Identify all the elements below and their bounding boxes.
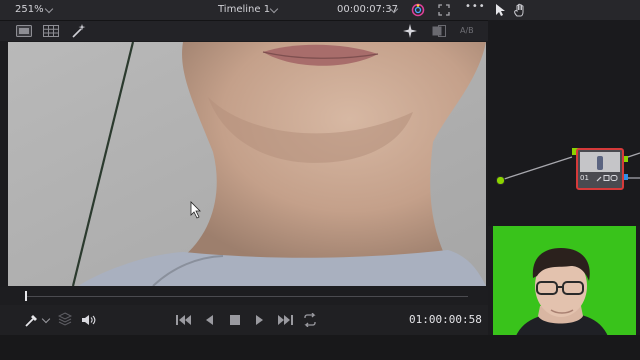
more-options-button[interactable]: ••• (465, 0, 486, 17)
chevron-down-icon[interactable] (269, 4, 279, 14)
video-frame (8, 42, 486, 286)
presenter-video (493, 226, 636, 345)
compare-icon[interactable] (432, 25, 446, 37)
bottom-strip (0, 335, 640, 360)
zoom-level[interactable]: 251% (15, 0, 44, 20)
node-graph (500, 152, 640, 181)
magic-wand-icon[interactable] (71, 23, 87, 39)
stop-icon[interactable] (229, 314, 241, 326)
ab-compare-label[interactable]: A/B (460, 21, 474, 41)
eyedropper-icon[interactable] (24, 312, 40, 328)
webcam-overlay (493, 226, 636, 345)
scrubber-track[interactable] (26, 296, 468, 297)
single-viewer-icon[interactable] (16, 25, 32, 37)
grid-icon[interactable] (43, 25, 59, 37)
timeline-scrubber[interactable] (0, 287, 488, 305)
sparkle-icon[interactable] (403, 24, 417, 38)
skip-forward-icon[interactable] (277, 314, 293, 326)
top-bar: 251% Timeline 1 00:00:07:37 ••• (0, 0, 640, 21)
viewer-toolbar: A/B (0, 21, 488, 41)
chevron-down-icon[interactable] (44, 4, 54, 14)
color-wheel-icon[interactable] (411, 3, 425, 17)
hand-icon[interactable] (513, 3, 527, 17)
loop-icon[interactable] (302, 313, 318, 327)
skip-back-icon[interactable] (176, 314, 192, 326)
play-reverse-icon[interactable] (204, 314, 214, 326)
playback-timecode[interactable]: 01:00:00:58 (409, 305, 482, 335)
playhead[interactable] (25, 291, 27, 301)
timeline-name[interactable]: Timeline 1 (218, 0, 270, 20)
node-label: 01 (580, 174, 589, 182)
source-timecode[interactable]: 00:00:07:37 (337, 0, 398, 20)
node-connection (500, 156, 573, 181)
fullscreen-icon[interactable] (438, 4, 450, 16)
node-editor[interactable]: 01 (488, 20, 640, 226)
source-input-dot[interactable] (496, 176, 505, 185)
node-tool-icons (596, 175, 618, 182)
pointer-icon[interactable] (494, 3, 506, 17)
chevron-down-icon[interactable] (41, 314, 51, 324)
volume-icon[interactable] (81, 313, 96, 327)
node-thumbnail (580, 152, 620, 172)
transport-bar: 01:00:00:58 (0, 305, 488, 335)
layers-icon[interactable] (58, 312, 72, 326)
play-icon[interactable] (255, 314, 265, 326)
video-viewer[interactable] (8, 42, 486, 286)
color-node-01[interactable]: 01 (576, 148, 624, 190)
